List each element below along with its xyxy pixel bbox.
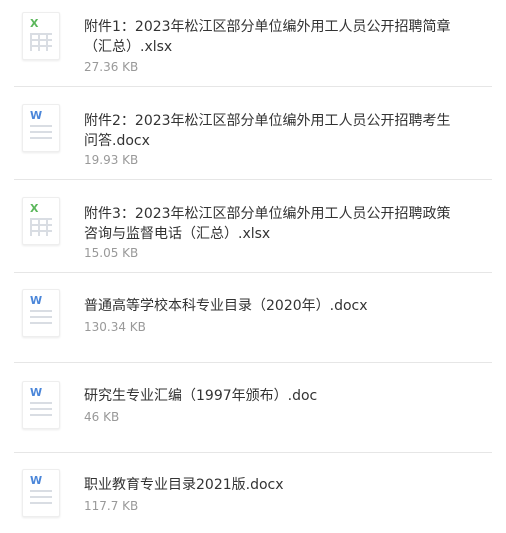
file-size: 46 KB bbox=[84, 410, 120, 424]
excel-file-icon: X bbox=[22, 12, 60, 60]
file-item-xlsx[interactable]: X 附件1：2023年松江区部分单位编外用工人员公开招聘简章（汇总）.xlsx … bbox=[14, 0, 492, 87]
file-name[interactable]: 普通高等学校本科专业目录（2020年）.docx bbox=[84, 296, 464, 316]
file-item-docx[interactable]: W 普通高等学校本科专业目录（2020年）.docx 130.34 KB bbox=[14, 273, 492, 363]
file-size: 117.7 KB bbox=[84, 499, 139, 513]
file-item-doc[interactable]: W 研究生专业汇编（1997年颁布）.doc 46 KB bbox=[14, 363, 492, 453]
file-size: 15.05 KB bbox=[84, 246, 139, 260]
word-file-icon: W bbox=[22, 469, 60, 517]
file-size: 19.93 KB bbox=[84, 153, 139, 167]
file-item-docx[interactable]: W 职业教育专业目录2021版.docx 117.7 KB bbox=[14, 453, 492, 533]
file-size: 27.36 KB bbox=[84, 60, 139, 74]
file-item-xlsx[interactable]: X 附件3：2023年松江区部分单位编外用工人员公开招聘政策咨询与监督电话（汇总… bbox=[14, 180, 492, 273]
file-name[interactable]: 职业教育专业目录2021版.docx bbox=[84, 475, 464, 495]
excel-file-icon: X bbox=[22, 197, 60, 245]
word-file-icon: W bbox=[22, 104, 60, 152]
file-name[interactable]: 附件3：2023年松江区部分单位编外用工人员公开招聘政策咨询与监督电话（汇总）.… bbox=[84, 204, 464, 244]
word-file-icon: W bbox=[22, 289, 60, 337]
file-name[interactable]: 研究生专业汇编（1997年颁布）.doc bbox=[84, 386, 464, 406]
file-item-docx[interactable]: W 附件2：2023年松江区部分单位编外用工人员公开招聘考生问答.docx 19… bbox=[14, 87, 492, 180]
file-name[interactable]: 附件2：2023年松江区部分单位编外用工人员公开招聘考生问答.docx bbox=[84, 111, 464, 151]
word-file-icon: W bbox=[22, 381, 60, 429]
file-size: 130.34 KB bbox=[84, 320, 146, 334]
file-name[interactable]: 附件1：2023年松江区部分单位编外用工人员公开招聘简章（汇总）.xlsx bbox=[84, 17, 464, 57]
